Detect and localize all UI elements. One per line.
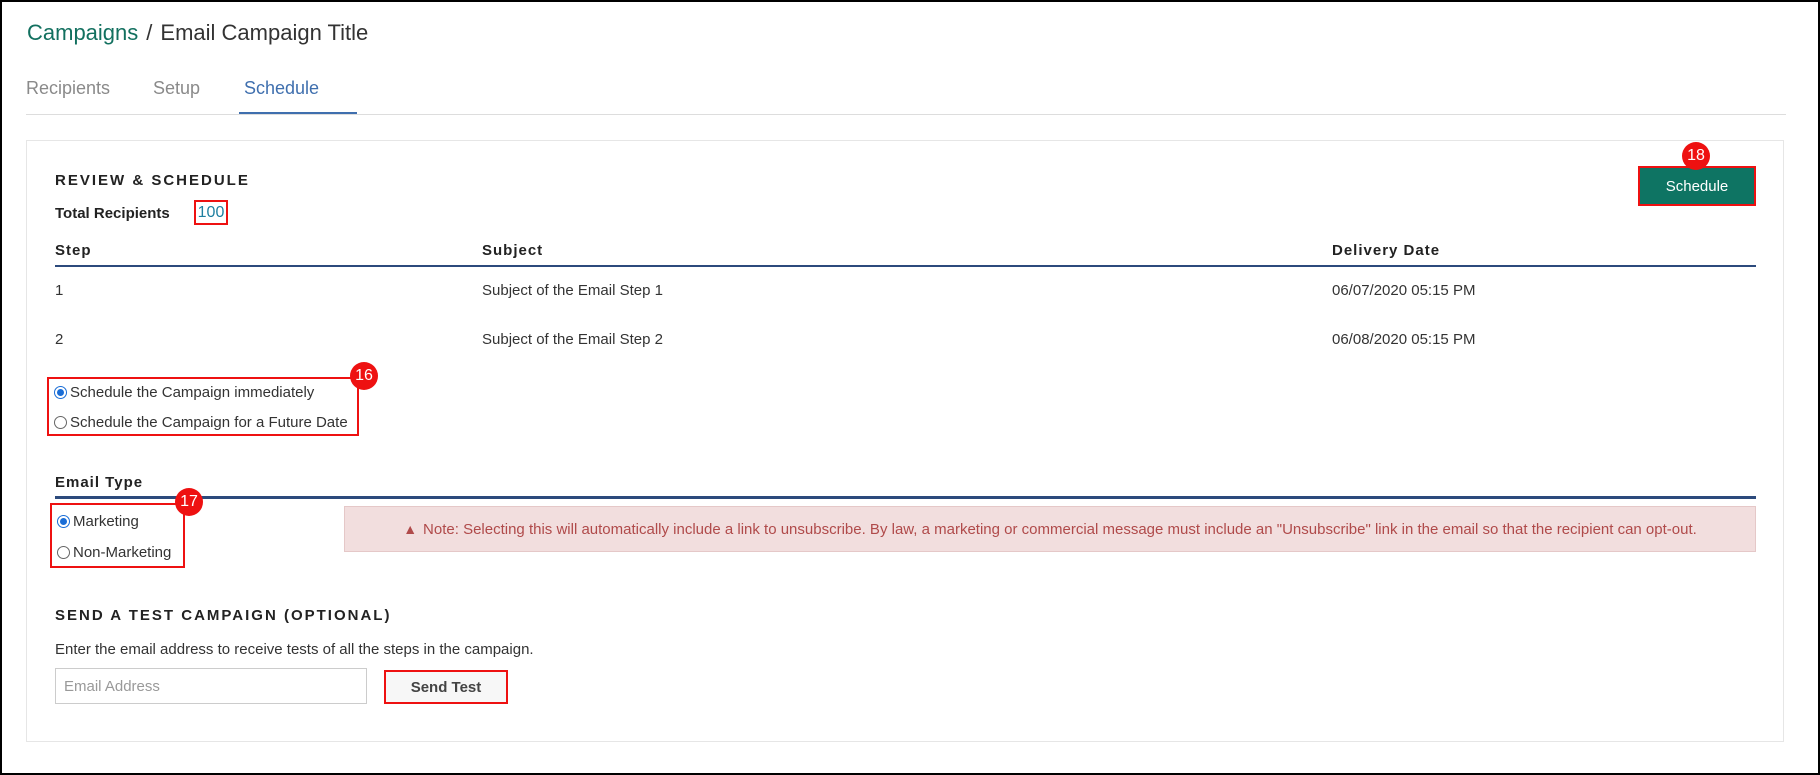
- email-type-options-group: Marketing Non-Marketing: [50, 503, 185, 568]
- annotation-badge-16: 16: [350, 362, 378, 390]
- test-campaign-title: SEND A TEST CAMPAIGN (OPTIONAL): [55, 607, 392, 624]
- breadcrumb-campaigns-link[interactable]: Campaigns: [27, 20, 138, 45]
- send-test-button[interactable]: Send Test: [384, 670, 508, 704]
- table-row: 2 Subject of the Email Step 2 06/08/2020…: [55, 331, 1756, 376]
- total-recipients-label: Total Recipients: [55, 205, 170, 222]
- table-row: 1 Subject of the Email Step 1 06/07/2020…: [55, 282, 1756, 327]
- schedule-button[interactable]: Schedule: [1638, 166, 1756, 206]
- row-delivery-date: 06/07/2020 05:15 PM: [1332, 282, 1476, 299]
- header-step: Step: [55, 242, 92, 259]
- email-type-title: Email Type: [55, 474, 144, 491]
- test-campaign-description: Enter the email address to receive tests…: [55, 641, 534, 658]
- radio-label: Marketing: [73, 513, 139, 530]
- schedule-options-group: Schedule the Campaign immediately Schedu…: [47, 377, 359, 436]
- radio-schedule-immediately[interactable]: Schedule the Campaign immediately: [54, 384, 314, 401]
- email-type-header: Email Type: [55, 474, 1756, 499]
- table-header: Step Subject Delivery Date: [55, 240, 1756, 267]
- radio-schedule-future-date[interactable]: Schedule the Campaign for a Future Date: [54, 414, 348, 431]
- warning-icon: ▲: [403, 521, 418, 537]
- annotation-badge-17: 17: [175, 488, 203, 516]
- row-delivery-date: 06/08/2020 05:15 PM: [1332, 331, 1476, 348]
- review-schedule-title: REVIEW & SCHEDULE: [55, 172, 250, 189]
- radio-marketing[interactable]: Marketing: [57, 513, 139, 530]
- radio-button-checked[interactable]: [54, 386, 67, 399]
- page-title: Email Campaign Title: [160, 20, 369, 45]
- row-step: 2: [55, 331, 64, 348]
- breadcrumb: Campaigns / Email Campaign Title: [27, 20, 368, 46]
- radio-non-marketing[interactable]: Non-Marketing: [57, 544, 171, 561]
- total-recipients-value: 100: [194, 200, 228, 225]
- header-subject: Subject: [482, 242, 544, 259]
- email-address-input[interactable]: [55, 668, 367, 704]
- header-delivery-date: Delivery Date: [1332, 242, 1441, 259]
- unsubscribe-note: ▲ Note: Selecting this will automaticall…: [344, 506, 1756, 552]
- radio-label: Schedule the Campaign for a Future Date: [70, 414, 348, 431]
- radio-label: Non-Marketing: [73, 544, 172, 561]
- tab-setup[interactable]: Setup: [153, 78, 200, 99]
- breadcrumb-separator: /: [146, 20, 153, 45]
- note-text: Note: Selecting this will automatically …: [423, 520, 1697, 538]
- radio-label: Schedule the Campaign immediately: [70, 384, 315, 401]
- tab-bar: Recipients Setup Schedule: [26, 78, 1786, 115]
- active-tab-indicator: [239, 112, 357, 114]
- tab-recipients[interactable]: Recipients: [26, 78, 110, 99]
- row-subject: Subject of the Email Step 2: [482, 331, 663, 348]
- radio-button[interactable]: [57, 546, 70, 559]
- annotation-badge-18: 18: [1682, 142, 1710, 170]
- row-subject: Subject of the Email Step 1: [482, 282, 663, 299]
- row-step: 1: [55, 282, 64, 299]
- tab-schedule[interactable]: Schedule: [244, 78, 319, 99]
- radio-button-checked[interactable]: [57, 515, 70, 528]
- radio-button[interactable]: [54, 416, 67, 429]
